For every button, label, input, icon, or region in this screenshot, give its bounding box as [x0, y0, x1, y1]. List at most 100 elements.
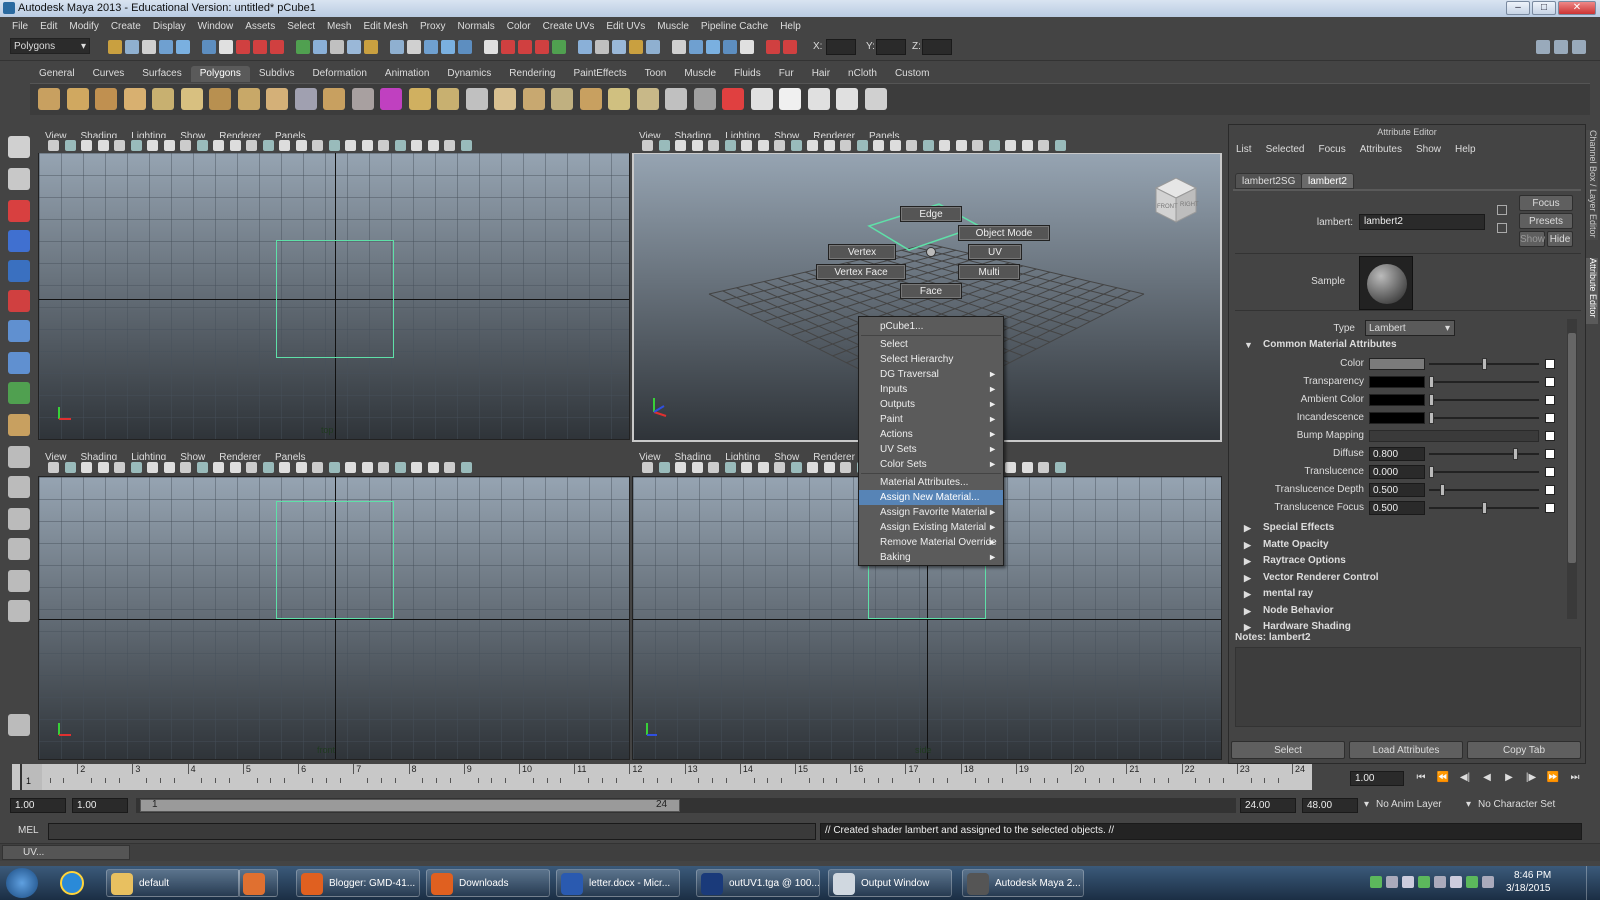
step-forward-frame-icon[interactable]: |▶: [1524, 772, 1538, 784]
status-tool-icon[interactable]: [612, 40, 626, 54]
viewport-tool-icon[interactable]: [345, 140, 356, 151]
shelf-tool-icon[interactable]: [351, 88, 374, 110]
shelf-tool-icon[interactable]: [807, 88, 830, 110]
viewport-tool-icon[interactable]: [312, 462, 323, 473]
viewport-tool-icon[interactable]: [1021, 462, 1033, 473]
chevron-down-icon[interactable]: ▾: [1364, 799, 1369, 810]
attribute-editor-side-tab[interactable]: Attribute Editor: [1586, 258, 1598, 324]
shelf-tool-icon[interactable]: [38, 88, 60, 110]
viewport-tool-icon[interactable]: [213, 140, 224, 151]
toolbox-tool-icon[interactable]: [8, 600, 30, 622]
viewport-tool-icon[interactable]: [691, 140, 703, 151]
viewport-tool-icon[interactable]: [807, 462, 818, 473]
status-tool-icon[interactable]: [535, 40, 549, 54]
menu-create-uvs[interactable]: Create UVs: [537, 21, 601, 32]
shelf-tool-icon[interactable]: [551, 88, 573, 110]
viewport-tool-icon[interactable]: [114, 140, 125, 151]
viewport-tool-icon[interactable]: [48, 462, 59, 473]
status-tool-icon[interactable]: [330, 40, 344, 54]
start-range-field[interactable]: 1.00: [72, 798, 128, 813]
viewport-tool-icon[interactable]: [378, 140, 389, 151]
viewport-tool-icon[interactable]: [97, 140, 109, 151]
x-field[interactable]: [826, 39, 856, 55]
viewport-tool-icon[interactable]: [279, 462, 290, 473]
attribute-scrollbar[interactable]: [1567, 319, 1577, 619]
marking-object-mode[interactable]: Object Mode: [958, 225, 1050, 241]
shelf-tab-general[interactable]: General: [30, 66, 84, 82]
viewport-tool-icon[interactable]: [724, 140, 736, 151]
tray-icon[interactable]: [1402, 876, 1414, 888]
attribute-slider-handle[interactable]: [1439, 484, 1445, 496]
play-forwards-icon[interactable]: ▶: [1502, 772, 1516, 784]
viewport-tool-icon[interactable]: [460, 462, 472, 473]
viewport-tool-icon[interactable]: [196, 140, 208, 151]
map-button-icon[interactable]: [1545, 377, 1555, 387]
attribute-slider-handle[interactable]: [1429, 466, 1434, 478]
map-button-icon[interactable]: [1545, 449, 1555, 459]
viewport-tool-icon[interactable]: [675, 140, 686, 151]
status-tool-icon[interactable]: [740, 40, 754, 54]
minimized-uv-window[interactable]: UV...: [2, 845, 130, 860]
status-tool-icon[interactable]: [518, 40, 532, 54]
status-tool-icon[interactable]: [578, 40, 592, 54]
viewport-tool-icon[interactable]: [757, 462, 769, 473]
notes-field[interactable]: [1235, 647, 1581, 727]
viewport-tool-icon[interactable]: [378, 462, 389, 473]
shelf-tool-icon[interactable]: [665, 88, 687, 110]
shelf-tool-icon[interactable]: [494, 88, 516, 110]
menu-normals[interactable]: Normals: [452, 21, 501, 32]
chevron-down-icon[interactable]: ▾: [1466, 799, 1471, 810]
ae-menu-list[interactable]: List: [1229, 143, 1259, 157]
context-menu-item[interactable]: DG Traversal ►: [859, 367, 1003, 382]
attribute-slider-track[interactable]: [1429, 471, 1539, 473]
status-tool-icon[interactable]: [689, 40, 703, 54]
viewport-tool-icon[interactable]: [823, 140, 835, 151]
toolbox-tool-icon[interactable]: [8, 476, 30, 498]
viewport-tool-icon[interactable]: [361, 462, 373, 473]
viewport-tool-icon[interactable]: [1038, 462, 1049, 473]
status-tool-icon[interactable]: [313, 40, 327, 54]
go-to-end-icon[interactable]: ⏭: [1568, 772, 1582, 784]
panel-toggle-icon[interactable]: [1572, 40, 1586, 54]
context-menu-item[interactable]: Assign Favorite Material ►: [859, 505, 1003, 520]
status-tool-icon[interactable]: [783, 40, 797, 54]
maximize-button[interactable]: □: [1532, 1, 1556, 15]
map-button-icon[interactable]: [1545, 413, 1555, 423]
viewport-tool-icon[interactable]: [229, 140, 241, 151]
viewport-tool-icon[interactable]: [279, 140, 290, 151]
menu-edit-uvs[interactable]: Edit UVs: [600, 21, 651, 32]
viewport-tool-icon[interactable]: [427, 140, 439, 151]
current-frame-field[interactable]: 1.00: [1350, 771, 1404, 786]
menu-window[interactable]: Window: [192, 21, 240, 32]
shelf-tab-subdivs[interactable]: Subdivs: [250, 66, 304, 82]
attribute-value-field[interactable]: 0.800: [1369, 447, 1425, 461]
viewport-tool-icon[interactable]: [345, 462, 356, 473]
attribute-slider-handle[interactable]: [1513, 448, 1518, 460]
shelf-tool-icon[interactable]: [750, 88, 773, 110]
marking-face[interactable]: Face: [900, 283, 962, 299]
show-button[interactable]: Show: [1519, 231, 1545, 247]
menu-edit[interactable]: Edit: [34, 21, 63, 32]
context-menu-item[interactable]: UV Sets ►: [859, 442, 1003, 457]
marking-uv[interactable]: UV: [968, 244, 1022, 260]
color-swatch[interactable]: [1369, 376, 1425, 388]
status-tool-icon[interactable]: [296, 40, 310, 54]
status-tool-icon[interactable]: [723, 40, 737, 54]
shelf-tab-painteffects[interactable]: PaintEffects: [564, 66, 635, 82]
viewport-tool-icon[interactable]: [955, 140, 967, 151]
toolbox-tool-icon[interactable]: [8, 714, 30, 736]
viewport-tool-icon[interactable]: [246, 462, 257, 473]
shelf-tab-custom[interactable]: Custom: [886, 66, 938, 82]
viewport-tool-icon[interactable]: [889, 140, 901, 151]
step-back-frame-icon[interactable]: ◀|: [1458, 772, 1472, 784]
end-range-field[interactable]: 24.00: [1240, 798, 1296, 813]
tray-icon[interactable]: [1370, 876, 1382, 888]
menu-color[interactable]: Color: [501, 21, 537, 32]
taskbar-item[interactable]: Downloads: [426, 869, 550, 897]
step-back-key-icon[interactable]: ⏪: [1436, 772, 1450, 784]
map-button-icon[interactable]: [1545, 485, 1555, 495]
menu-display[interactable]: Display: [147, 21, 192, 32]
viewport-tool-icon[interactable]: [196, 462, 208, 473]
attribute-slider-track[interactable]: [1429, 453, 1539, 455]
viewport-tool-icon[interactable]: [81, 462, 92, 473]
